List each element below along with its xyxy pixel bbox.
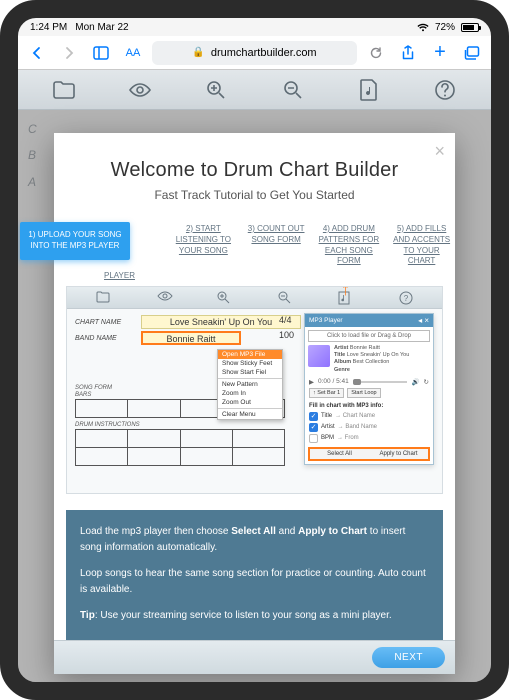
chart-meta: 4/4 100 <box>279 315 294 345</box>
band-name-label: BAND NAME <box>75 335 135 342</box>
tutorial-steps: 1) UPLOAD YOUR SONG INTO THE MP3 PLAYER … <box>54 216 455 279</box>
checkbox-icon <box>309 434 318 443</box>
mp3-title: MP3 Player <box>309 317 343 324</box>
start-loop-button: Start Loop <box>347 388 380 398</box>
app-toolbar <box>18 70 491 110</box>
lock-icon: 🔒 <box>192 47 204 58</box>
ss-zoom-in-icon <box>217 291 231 305</box>
address-bar[interactable]: 🔒 drumchartbuilder.com <box>152 41 357 65</box>
arrow-indicator: ↑ <box>341 286 350 300</box>
step-3[interactable]: 3) COUNT OUT SONG FORM <box>243 222 310 248</box>
ss-folder-icon <box>96 291 110 305</box>
chart-name-label: CHART NAME <box>75 319 135 326</box>
note-icon[interactable] <box>357 78 381 102</box>
menu-start: Show Start Fiel <box>218 368 282 377</box>
folder-icon[interactable] <box>52 78 76 102</box>
new-tab-button[interactable]: + <box>427 40 453 66</box>
checkbox-icon: ✓ <box>309 412 318 421</box>
url-domain: drumchartbuilder.com <box>211 47 317 59</box>
step-4[interactable]: 4) ADD DRUM PATTERNS FOR EACH SONG FORM <box>316 222 383 269</box>
info-panel: Load the mp3 player then choose Select A… <box>66 510 443 640</box>
ss-help-icon: ? <box>399 291 413 305</box>
checkbox-icon: ✓ <box>309 423 318 432</box>
ss-zoom-out-icon <box>278 291 292 305</box>
info-p1: Load the mp3 player then choose Select A… <box>80 524 429 556</box>
svg-text:?: ? <box>404 294 409 303</box>
set-bar-button: ↑ Set Bar 1 <box>309 388 344 398</box>
battery-pct: 72% <box>435 22 455 33</box>
album-art <box>308 345 330 367</box>
select-all-button: Select All <box>310 449 369 459</box>
close-button[interactable]: × <box>434 141 445 162</box>
menu-sticky: Show Sticky Feet <box>218 359 282 368</box>
info-p3: Tip: Use your streaming service to liste… <box>80 608 429 624</box>
mp3-collapse-icon: ◂ × <box>418 316 429 325</box>
eye-icon[interactable] <box>128 78 152 102</box>
status-date: Mon Mar 22 <box>75 22 128 33</box>
safari-toolbar: AA 🔒 drumchartbuilder.com + <box>18 36 491 70</box>
ipad-frame: 1:24 PM Mon Mar 22 72% AA 🔒 drumchartbui… <box>0 0 509 700</box>
status-bar: 1:24 PM Mon Mar 22 72% <box>18 18 491 36</box>
modal-subtitle: Fast Track Tutorial to Get You Started <box>64 188 445 202</box>
info-p2: Loop songs to hear the same song section… <box>80 566 429 598</box>
time-signature: 4/4 <box>279 315 294 330</box>
share-button[interactable] <box>395 40 421 66</box>
menu-new-pattern: New Pattern <box>218 380 282 389</box>
play-icon: ▶ <box>309 378 314 386</box>
menu-clear: Clear Menu <box>218 410 282 419</box>
tutorial-screenshot: ? ↑ CHART NAME Love Sneakin' Up On You B… <box>66 286 443 494</box>
text-size-button[interactable]: AA <box>120 40 146 66</box>
fill-title: Fill in chart with MP3 info: <box>305 401 433 411</box>
sidebar-button[interactable] <box>88 40 114 66</box>
mp3-time: 0:00 / 5:41 <box>318 378 349 385</box>
mp3-dropzone: Click to load file or Drag & Drop <box>308 330 430 342</box>
menu-open-mp3: Open MP3 File <box>218 350 282 359</box>
volume-icon: 🔊 <box>411 378 419 386</box>
chart-name-field: Love Sneakin' Up On You <box>141 315 301 329</box>
reload-button[interactable] <box>363 40 389 66</box>
wifi-icon <box>417 23 429 32</box>
menu-zoom-in: Zoom In <box>218 389 282 398</box>
tutorial-modal: × Welcome to Drum Chart Builder Fast Tra… <box>54 133 455 674</box>
battery-icon <box>461 23 479 32</box>
step-2[interactable]: 2) START LISTENING TO YOUR SONG <box>170 222 237 258</box>
menu-zoom-out: Zoom Out <box>218 398 282 407</box>
apply-to-chart-button: Apply to Chart <box>369 449 428 459</box>
forward-button[interactable] <box>56 40 82 66</box>
loop-icon: ↻ <box>424 378 429 386</box>
mp3-player-panel: MP3 Player ◂ × Click to load file or Drag… <box>304 313 434 465</box>
screenshot-toolbar: ? <box>67 287 442 309</box>
ss-eye-icon <box>157 291 171 305</box>
zoom-in-icon[interactable] <box>204 78 228 102</box>
modal-footer: NEXT <box>54 640 455 674</box>
tempo: 100 <box>279 330 294 345</box>
tabs-button[interactable] <box>459 40 485 66</box>
context-menu: Open MP3 File Show Sticky Feet Show Star… <box>217 349 283 420</box>
next-button[interactable]: NEXT <box>372 647 445 668</box>
zoom-out-icon[interactable] <box>281 78 305 102</box>
step-5[interactable]: 5) ADD FILLS AND ACCENTS TO YOUR CHART <box>388 222 455 269</box>
band-name-field: Bonnie Raitt <box>141 331 241 345</box>
modal-title: Welcome to Drum Chart Builder <box>64 159 445 182</box>
status-time: 1:24 PM <box>30 22 67 33</box>
mp3-slider <box>353 381 408 383</box>
back-button[interactable] <box>24 40 50 66</box>
mp3-metadata: Artist Bonnie Raitt Title Love Sneakin' … <box>334 345 409 374</box>
help-icon[interactable] <box>433 78 457 102</box>
step-1[interactable]: 1) UPLOAD YOUR SONG INTO THE MP3 PLAYER <box>20 222 130 260</box>
